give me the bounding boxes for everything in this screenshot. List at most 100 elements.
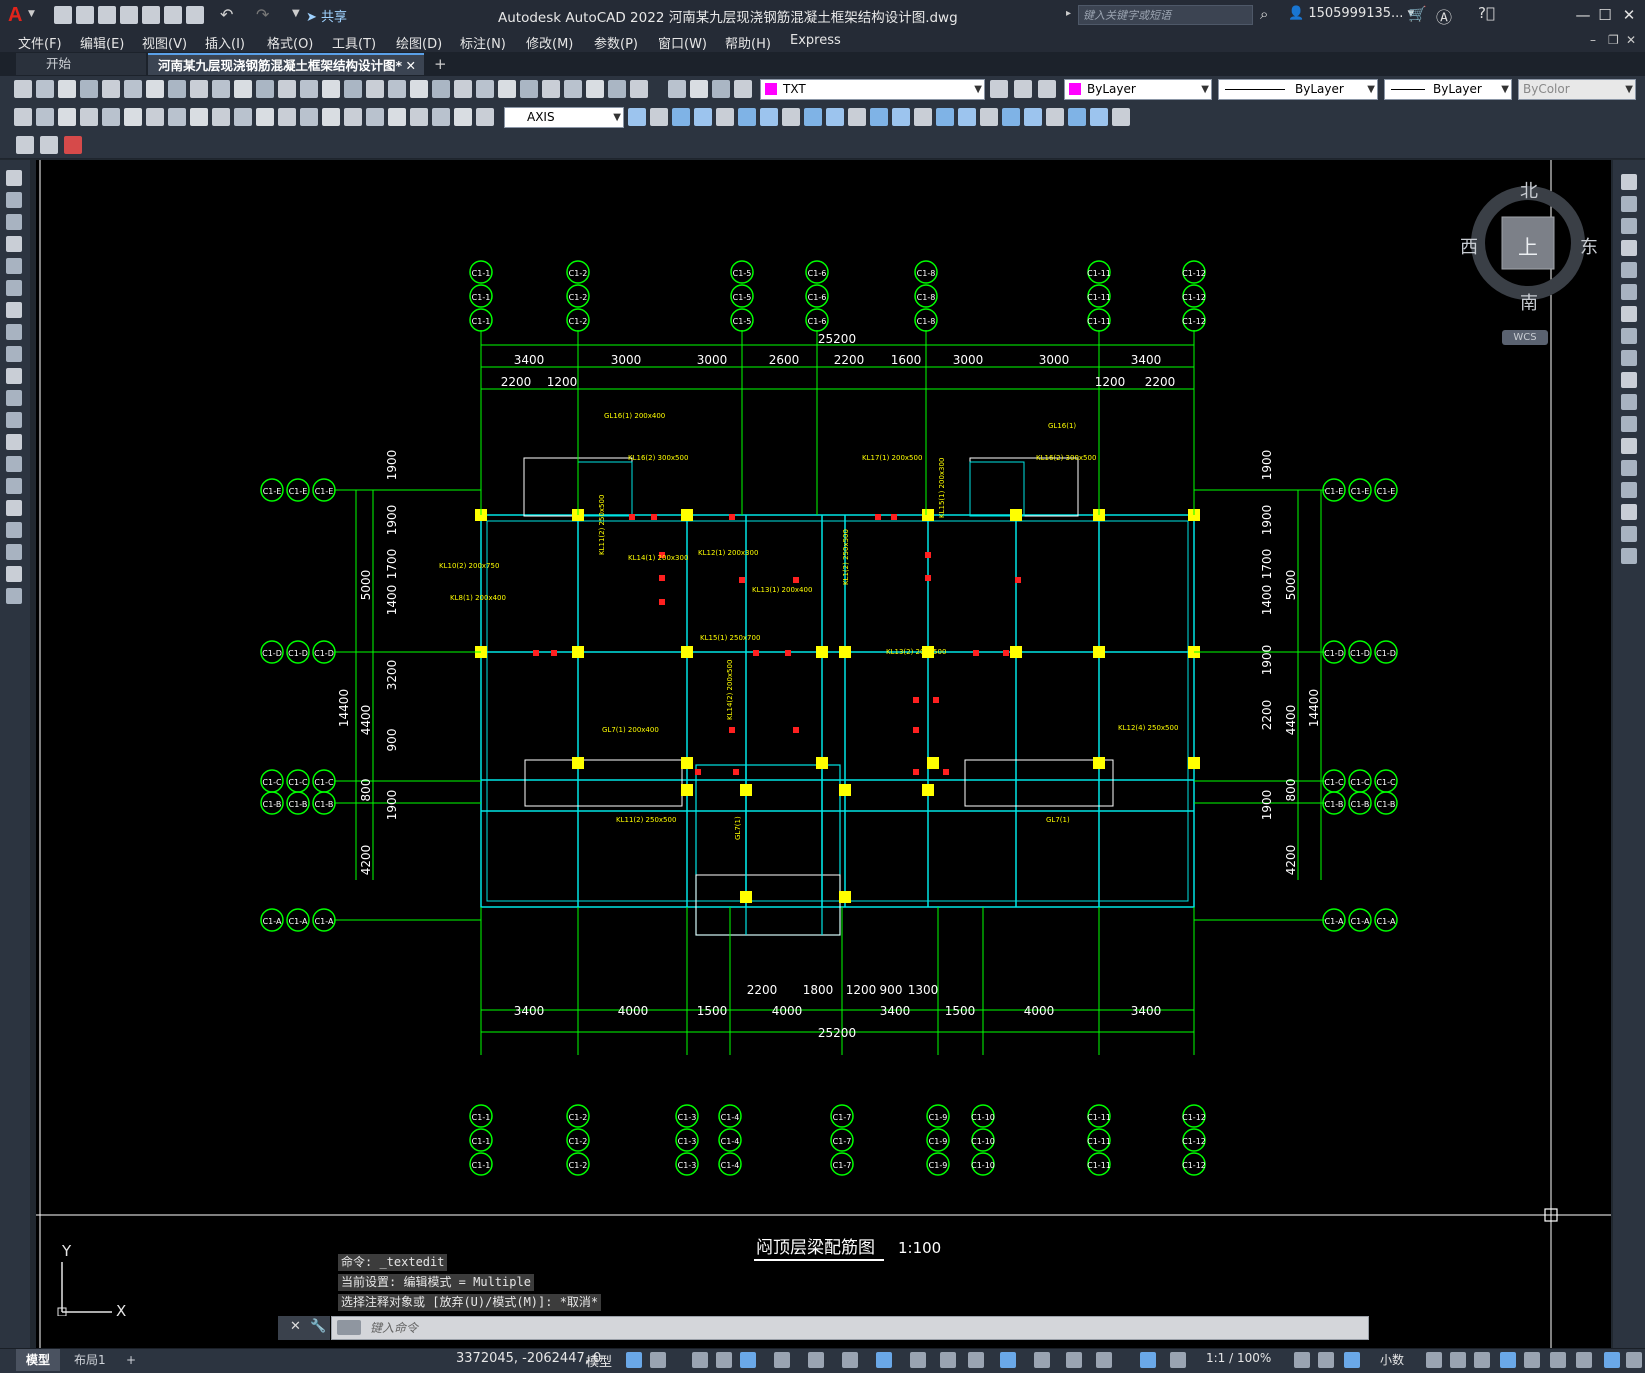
- draw-tool-icon-18[interactable]: [6, 544, 22, 560]
- draw-tool-icon-20[interactable]: [6, 588, 22, 604]
- modeling-tool-icon-17[interactable]: [980, 108, 998, 126]
- draw-tool-icon-16[interactable]: [6, 500, 22, 516]
- customize-qa-icon[interactable]: ▼: [292, 8, 300, 19]
- dimension-tool-icon-14[interactable]: [300, 108, 318, 126]
- menu-help[interactable]: 帮助(H): [725, 33, 771, 52]
- modify-tool-icon-2[interactable]: [1621, 196, 1637, 212]
- status-toggle-icon-19[interactable]: [1294, 1352, 1310, 1368]
- autodesk-app-icon[interactable]: Ⓐ: [1436, 4, 1452, 28]
- save-icon[interactable]: [98, 6, 116, 24]
- standard-tool-icon-10[interactable]: [212, 80, 230, 98]
- open-file-icon[interactable]: [76, 6, 94, 24]
- dimension-tool-icon-12[interactable]: [256, 108, 274, 126]
- modeling-tool-icon-15[interactable]: [936, 108, 954, 126]
- user-account[interactable]: 👤 1505999135... ▾: [1288, 6, 1414, 21]
- customize-command-icon[interactable]: 🔧: [310, 1319, 326, 1334]
- modify-tool-icon-16[interactable]: [1621, 504, 1637, 520]
- standard-tool-icon-14[interactable]: [300, 80, 318, 98]
- standard-tool-icon-11[interactable]: [234, 80, 252, 98]
- search-expand-icon[interactable]: ▸: [1066, 8, 1071, 19]
- standard-tool-icon-3[interactable]: [58, 80, 76, 98]
- status-toggle-icon-3[interactable]: [692, 1352, 708, 1368]
- open-web-icon[interactable]: [142, 6, 160, 24]
- status-toggle-icon-20[interactable]: [1318, 1352, 1334, 1368]
- dimension-tool-icon-15[interactable]: [322, 108, 340, 126]
- modify-tool-icon-3[interactable]: [1621, 218, 1637, 234]
- save-web-icon[interactable]: [164, 6, 182, 24]
- annotation-scale[interactable]: 1:1 / 100%: [1206, 1351, 1271, 1365]
- draw-tool-icon-8[interactable]: [6, 324, 22, 340]
- modify-tool-icon-1[interactable]: [1621, 174, 1637, 190]
- dimension-tool-icon-22[interactable]: [476, 108, 494, 126]
- layer-tool-icon-2[interactable]: [1014, 80, 1032, 98]
- color-select[interactable]: ByLayer ▼: [1064, 79, 1212, 100]
- modeling-tool-icon-22[interactable]: [1090, 108, 1108, 126]
- text-style-select[interactable]: TXT ▼: [760, 79, 985, 100]
- status-toggle-icon-13[interactable]: [1000, 1352, 1016, 1368]
- standard-tool-icon-31[interactable]: [690, 80, 708, 98]
- modify-tool-icon-5[interactable]: [1621, 262, 1637, 278]
- modify-tool-icon-11[interactable]: [1621, 394, 1637, 410]
- dimension-tool-icon-21[interactable]: [454, 108, 472, 126]
- dimension-tool-icon-13[interactable]: [278, 108, 296, 126]
- dimension-tool-icon-1[interactable]: [14, 108, 32, 126]
- modeling-tool-icon-14[interactable]: [914, 108, 932, 126]
- dimension-tool-icon-17[interactable]: [366, 108, 384, 126]
- dimension-tool-icon-11[interactable]: [234, 108, 252, 126]
- standard-tool-icon-1[interactable]: [14, 80, 32, 98]
- draw-tool-icon-17[interactable]: [6, 522, 22, 538]
- standard-tool-icon-22[interactable]: [476, 80, 494, 98]
- coordinates-readout[interactable]: 3372045, -2062447, 0: [456, 1351, 601, 1366]
- menu-insert[interactable]: 插入(I): [205, 33, 245, 52]
- tab-model[interactable]: 模型: [16, 1349, 61, 1371]
- structural-plan-drawing[interactable]: 25200 3400 3000 3000 2600 2200 1600 3000 3000 340…: [36, 160, 1611, 1348]
- standard-tool-icon-27[interactable]: [586, 80, 604, 98]
- menu-format[interactable]: 格式(O): [267, 33, 313, 52]
- dim-style-select[interactable]: AXIS ▼: [504, 107, 624, 128]
- standard-tool-icon-28[interactable]: [608, 80, 626, 98]
- viewcube-west[interactable]: 西: [1460, 233, 1478, 259]
- draw-tool-icon-5[interactable]: [6, 258, 22, 274]
- draw-tool-icon-10[interactable]: [6, 368, 22, 384]
- modify-tool-icon-7[interactable]: [1621, 306, 1637, 322]
- units-selector[interactable]: 小数: [1380, 1351, 1404, 1368]
- draw-tool-icon-11[interactable]: [6, 390, 22, 406]
- standard-tool-icon-7[interactable]: [146, 80, 164, 98]
- menu-dimension[interactable]: 标注(N): [460, 33, 506, 52]
- app-menu-chevron-icon[interactable]: ▼: [28, 9, 35, 19]
- draw-tool-icon-13[interactable]: [6, 434, 22, 450]
- draw-tool-icon-15[interactable]: [6, 478, 22, 494]
- standard-tool-icon-21[interactable]: [454, 80, 472, 98]
- viewcube-east[interactable]: 东: [1580, 233, 1598, 259]
- modeling-tool-icon-5[interactable]: [716, 108, 734, 126]
- standard-tool-icon-24[interactable]: [520, 80, 538, 98]
- status-toggle-icon-16[interactable]: [1096, 1352, 1112, 1368]
- add-layout-button[interactable]: +: [116, 1349, 146, 1371]
- status-toggle-icon-25[interactable]: [1500, 1352, 1516, 1368]
- tab-start[interactable]: 开始: [16, 53, 146, 75]
- redo-icon[interactable]: ↷: [256, 5, 269, 24]
- modeling-tool-icon-9[interactable]: [804, 108, 822, 126]
- draw-tool-icon-1[interactable]: [6, 170, 22, 186]
- draw-tool-icon-12[interactable]: [6, 412, 22, 428]
- standard-tool-icon-2[interactable]: [36, 80, 54, 98]
- modeling-tool-icon-12[interactable]: [870, 108, 888, 126]
- status-toggle-icon-4[interactable]: [716, 1352, 732, 1368]
- modeling-tool-icon-6[interactable]: [738, 108, 756, 126]
- standard-tool-icon-13[interactable]: [278, 80, 296, 98]
- modeling-tool-icon-10[interactable]: [826, 108, 844, 126]
- standard-tool-icon-17[interactable]: [366, 80, 384, 98]
- standard-tool-icon-32[interactable]: [712, 80, 730, 98]
- viewcube-top-face[interactable]: 上: [1518, 231, 1538, 260]
- modeling-tool-icon-4[interactable]: [694, 108, 712, 126]
- status-toggle-icon-8[interactable]: [842, 1352, 858, 1368]
- modeling-tool-icon-1[interactable]: [628, 108, 646, 126]
- dimension-tool-icon-9[interactable]: [190, 108, 208, 126]
- doc-restore-icon[interactable]: ❐: [1608, 33, 1619, 47]
- modify-tool-icon-15[interactable]: [1621, 482, 1637, 498]
- menu-parametric[interactable]: 参数(P): [594, 33, 638, 52]
- status-toggle-icon-6[interactable]: [774, 1352, 790, 1368]
- draw-tool-icon-4[interactable]: [6, 236, 22, 252]
- status-toggle-icon-23[interactable]: [1450, 1352, 1466, 1368]
- standard-tool-icon-20[interactable]: [432, 80, 450, 98]
